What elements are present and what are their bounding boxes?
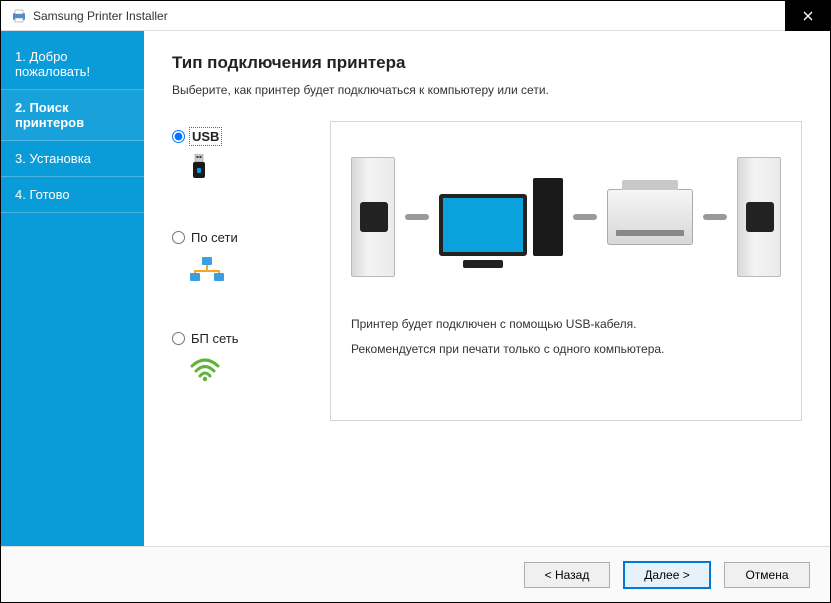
page-subtitle: Выберите, как принтер будет подключаться…: [172, 83, 802, 97]
tower-graphic: [533, 178, 563, 256]
sidebar: 1. Добро пожаловать! 2. Поиск принтеров …: [1, 31, 144, 546]
wifi-icon: [190, 356, 220, 384]
radio-wireless[interactable]: [172, 332, 185, 345]
preview-description: Принтер будет подключен с помощью USB-ка…: [351, 312, 781, 362]
radio-usb[interactable]: [172, 130, 185, 143]
app-icon: [11, 8, 27, 24]
step-search: 2. Поиск принтеров: [1, 90, 144, 141]
close-button[interactable]: [785, 1, 830, 31]
connection-options: USB: [172, 121, 312, 421]
option-wireless[interactable]: БП сеть: [172, 331, 312, 384]
printer-port-graphic: [737, 157, 781, 277]
cable-graphic-3: [703, 214, 727, 220]
option-usb[interactable]: USB: [172, 129, 312, 182]
step-done: 4. Готово: [1, 177, 144, 213]
preview-line-1: Принтер будет подключен с помощью USB-ка…: [351, 312, 781, 337]
installer-window: Samsung Printer Installer 1. Добро пожал…: [0, 0, 831, 603]
connection-illustration: [351, 142, 781, 292]
cable-graphic-2: [573, 214, 597, 220]
window-title: Samsung Printer Installer: [33, 9, 785, 23]
usb-icon: [190, 154, 208, 182]
titlebar: Samsung Printer Installer: [1, 1, 830, 31]
footer: < Назад Далее > Отмена: [1, 546, 830, 602]
option-network[interactable]: По сети: [172, 230, 312, 283]
content: Тип подключения принтера Выберите, как п…: [144, 31, 830, 546]
network-icon: [190, 255, 224, 283]
preview-line-2: Рекомендуется при печати только с одного…: [351, 337, 781, 362]
body: 1. Добро пожаловать! 2. Поиск принтеров …: [1, 31, 830, 546]
cable-graphic: [405, 214, 429, 220]
pc-port-graphic: [351, 157, 395, 277]
back-button[interactable]: < Назад: [524, 562, 610, 588]
monitor-graphic: [439, 194, 527, 256]
next-button[interactable]: Далее >: [624, 562, 710, 588]
page-heading: Тип подключения принтера: [172, 53, 802, 73]
printer-graphic: [607, 189, 693, 245]
cancel-button[interactable]: Отмена: [724, 562, 810, 588]
step-install: 3. Установка: [1, 141, 144, 177]
preview-panel: Принтер будет подключен с помощью USB-ка…: [330, 121, 802, 421]
radio-network[interactable]: [172, 231, 185, 244]
step-welcome: 1. Добро пожаловать!: [1, 39, 144, 90]
